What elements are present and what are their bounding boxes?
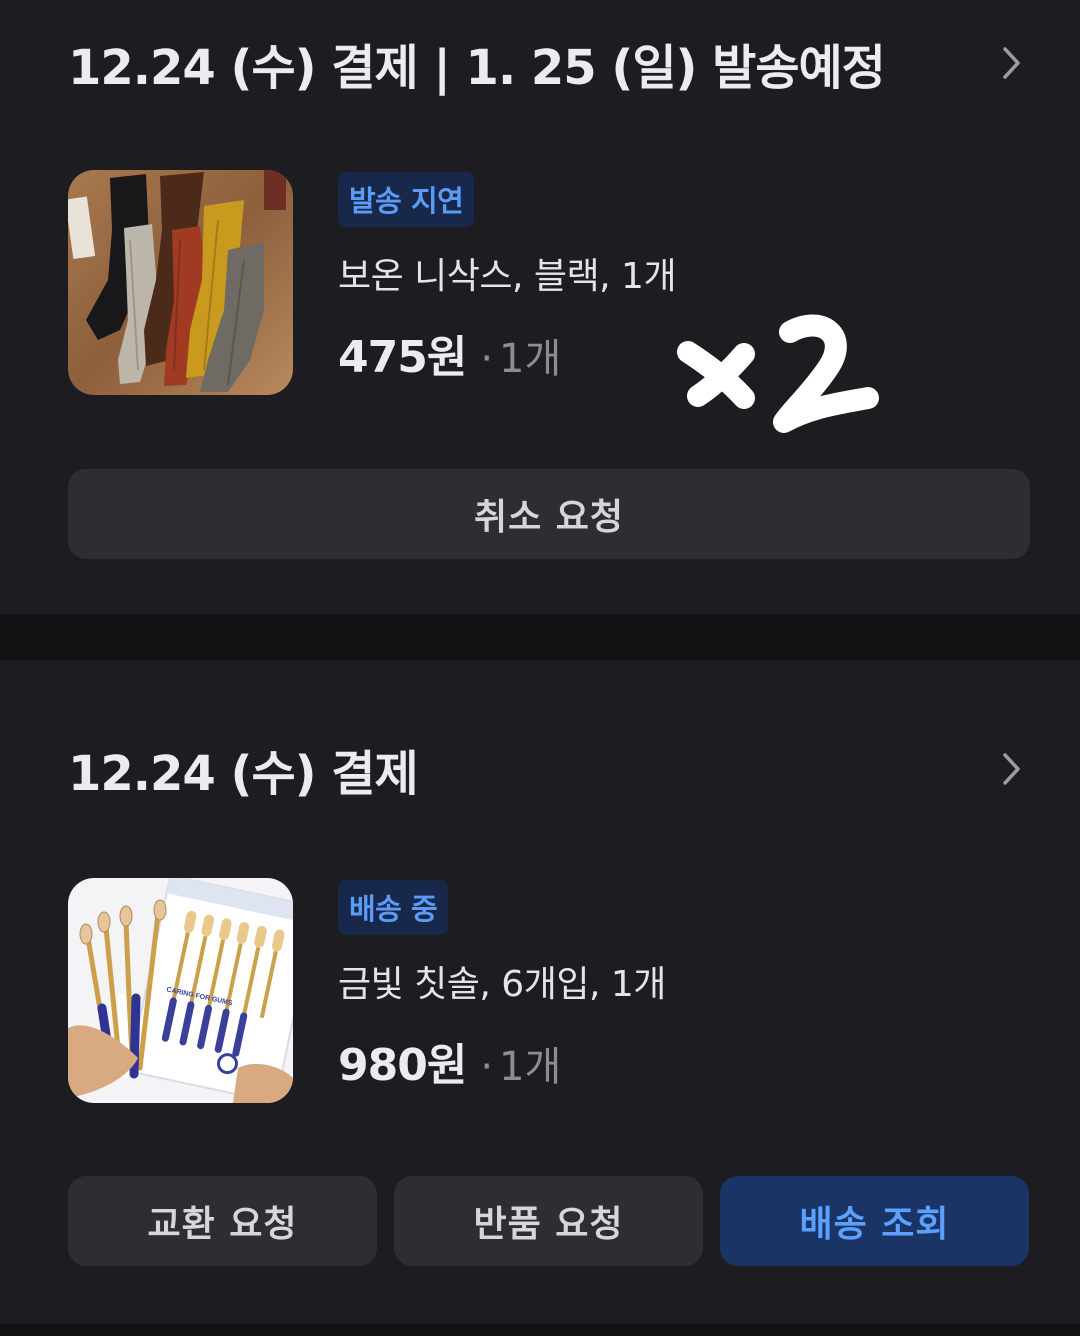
track-delivery-button[interactable]: 배송 조회 [720, 1176, 1029, 1266]
cancel-request-button[interactable]: 취소 요청 [68, 469, 1030, 559]
order-header[interactable]: 12.24 (수) 결제 | 1. 25 (일) 발송예정 [68, 28, 1030, 98]
quantity-value: 1개 [499, 1044, 562, 1090]
product-thumbnail[interactable] [68, 170, 293, 395]
order-date-title: 12.24 (수) 결제 [68, 746, 419, 802]
product-info: 배송 중 금빛 칫솔, 6개입, 1개 980원 · 1개 [338, 878, 1040, 1103]
order-card: 12.24 (수) 결제 CARING FOR GUMS 배송 중 금빛 칫솔,… [0, 660, 1080, 1324]
quantity: · 1개 [480, 336, 562, 382]
exchange-request-button[interactable]: 교환 요청 [68, 1176, 377, 1266]
toothbrush-photo: CARING FOR GUMS [68, 878, 293, 1103]
order-header[interactable]: 12.24 (수) 결제 [68, 734, 1030, 804]
price: 475원 [338, 332, 467, 383]
quantity-value: 1개 [499, 336, 562, 382]
status-badge: 배송 중 [338, 880, 449, 935]
price-line: 980원 · 1개 [338, 1029, 1040, 1093]
product-row[interactable]: CARING FOR GUMS 배송 중 금빛 칫솔, 6개입, 1개 980원… [68, 878, 1040, 1103]
return-request-button[interactable]: 반품 요청 [394, 1176, 703, 1266]
handwritten-x2-annotation [672, 310, 887, 444]
chevron-right-icon[interactable] [994, 45, 1030, 81]
product-row[interactable]: 발송 지연 보온 니삭스, 블랙, 1개 475원 · 1개 [68, 170, 1040, 395]
price: 980원 [338, 1040, 467, 1091]
status-badge: 발송 지연 [338, 172, 475, 227]
product-name[interactable]: 보온 니삭스, 블랙, 1개 [338, 247, 1040, 299]
product-thumbnail[interactable]: CARING FOR GUMS [68, 878, 293, 1103]
order-card: 12.24 (수) 결제 | 1. 25 (일) 발송예정 발송 지연 보온 니… [0, 0, 1080, 614]
socks-photo [68, 170, 293, 395]
order-date-title: 12.24 (수) 결제 | 1. 25 (일) 발송예정 [68, 40, 886, 96]
quantity: · 1개 [480, 1044, 562, 1090]
chevron-right-icon[interactable] [994, 751, 1030, 787]
product-name[interactable]: 금빛 칫솔, 6개입, 1개 [338, 955, 1040, 1007]
